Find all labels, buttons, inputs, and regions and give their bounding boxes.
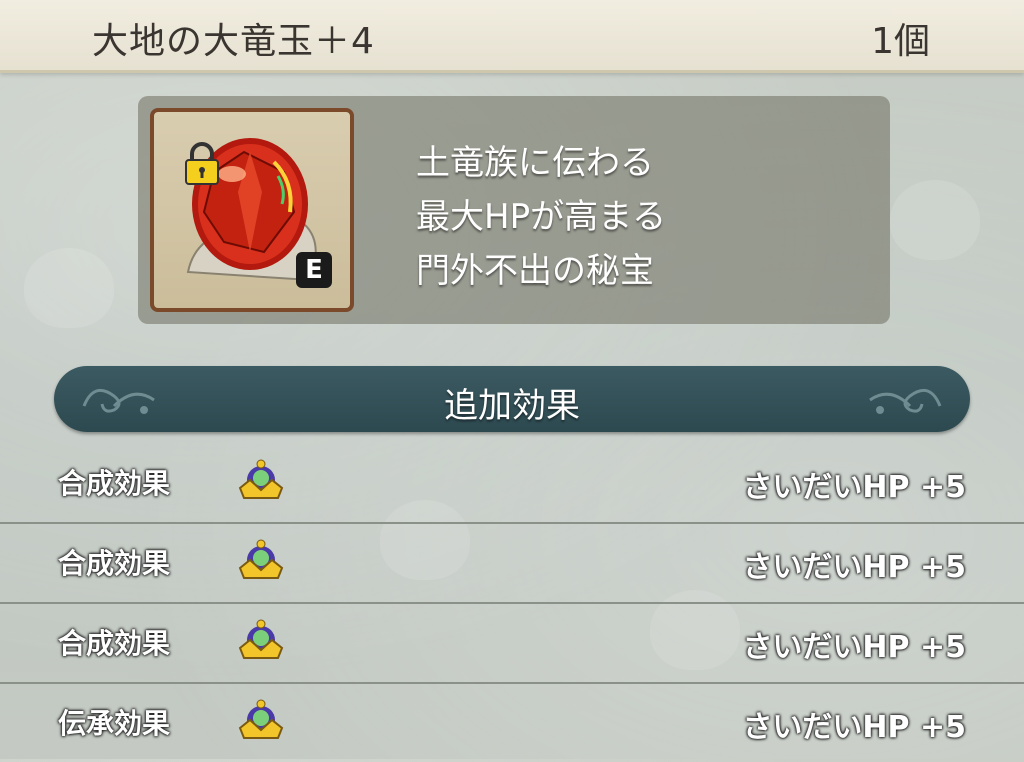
effect-value: さいだいHP +5 bbox=[742, 710, 966, 745]
equipped-badge: E bbox=[296, 252, 332, 288]
item-name: 大地の大竜玉＋4 bbox=[92, 21, 375, 62]
effect-value: さいだいHP +5 bbox=[742, 630, 966, 665]
background-slime-pattern bbox=[890, 180, 980, 260]
description-line: 土竜族に伝わる bbox=[416, 143, 654, 183]
crown-icon bbox=[238, 539, 284, 579]
effect-value: さいだいHP +5 bbox=[742, 470, 966, 505]
description-line: 門外不出の秘宝 bbox=[416, 251, 654, 291]
effect-row: 伝承効果 さいだいHP +5 bbox=[0, 682, 1024, 762]
lock-icon bbox=[185, 142, 219, 185]
description-line: 最大HPが高まる bbox=[416, 197, 667, 237]
crown-icon bbox=[238, 619, 284, 659]
ornament-right-icon bbox=[869, 388, 942, 414]
effect-row: 合成効果 さいだいHP +5 bbox=[0, 522, 1024, 604]
crown-icon bbox=[238, 459, 284, 499]
effect-label: 伝承効果 bbox=[58, 707, 171, 740]
effect-label: 合成効果 bbox=[58, 627, 171, 660]
effect-row: 合成効果 さいだいHP +5 bbox=[0, 442, 1024, 524]
item-count: 1個 bbox=[871, 21, 930, 62]
section-title: 追加効果 bbox=[444, 386, 580, 426]
effect-row: 合成効果 さいだいHP +5 bbox=[0, 602, 1024, 684]
effect-value: さいだいHP +5 bbox=[742, 550, 966, 585]
crown-icon bbox=[238, 699, 284, 739]
effect-label: 合成効果 bbox=[58, 547, 171, 580]
item-description: 土竜族に伝わる 最大HPが高まる 門外不出の秘宝 bbox=[416, 136, 666, 298]
item-header: 大地の大竜玉＋4 1個 bbox=[0, 0, 1024, 73]
item-icon-frame[interactable]: E bbox=[150, 108, 354, 312]
additional-effects-header: 追加効果 bbox=[54, 366, 970, 432]
background-slime-pattern bbox=[24, 248, 114, 328]
effect-label: 合成効果 bbox=[58, 467, 171, 500]
